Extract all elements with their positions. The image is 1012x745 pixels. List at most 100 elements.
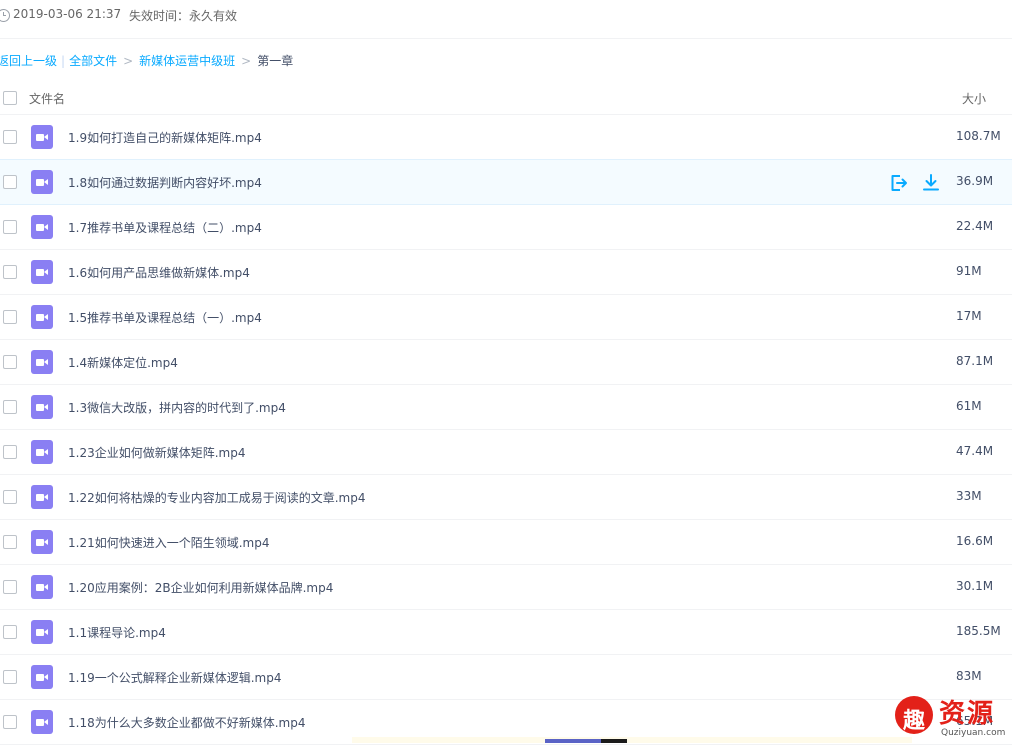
file-row[interactable]: 1.8如何通过数据判断内容好坏.mp4 36.9M	[0, 159, 1012, 205]
all-files-link[interactable]: 全部文件	[69, 54, 117, 68]
video-camera-lens	[44, 359, 48, 365]
file-size: 47.4M	[956, 444, 994, 458]
file-name[interactable]: 1.9如何打造自己的新媒体矩阵.mp4	[68, 129, 262, 146]
video-camera-lens	[44, 179, 48, 185]
video-camera-body	[36, 269, 44, 276]
video-camera-body	[36, 314, 44, 321]
video-camera-lens	[44, 539, 48, 545]
row-checkbox[interactable]	[3, 175, 17, 189]
file-name[interactable]: 1.21如何快速进入一个陌生领域.mp4	[68, 534, 269, 551]
column-header-size[interactable]: 大小	[962, 90, 986, 107]
expire-value: 永久有效	[189, 9, 238, 23]
file-name[interactable]: 1.20应用案例：2B企业如何利用新媒体品牌.mp4	[68, 579, 333, 596]
video-file-icon	[31, 395, 53, 419]
row-checkbox[interactable]	[3, 445, 17, 459]
watermark-title: 资源	[939, 699, 996, 729]
row-checkbox[interactable]	[3, 265, 17, 279]
back-link[interactable]: 返回上一级	[0, 54, 57, 68]
select-all-checkbox[interactable]	[3, 91, 17, 105]
current-folder: 第一章	[257, 54, 294, 68]
breadcrumb: 返回上一级 | 全部文件 > 新媒体运营中级班 > 第一章	[0, 52, 293, 68]
file-size: 91M	[956, 264, 982, 278]
video-camera-body	[36, 584, 44, 591]
file-row[interactable]: 1.22如何将枯燥的专业内容加工成易于阅读的文章.mp4 33M	[0, 475, 1012, 520]
file-size: 17M	[956, 309, 982, 323]
video-camera-lens	[44, 719, 48, 725]
breadcrumb-separator: >	[241, 54, 252, 68]
file-row[interactable]: 1.19一个公式解释企业新媒体逻辑.mp4 83M	[0, 655, 1012, 700]
row-checkbox[interactable]	[3, 580, 17, 594]
video-file-icon	[31, 485, 53, 509]
file-name[interactable]: 1.22如何将枯燥的专业内容加工成易于阅读的文章.mp4	[68, 489, 365, 506]
column-header-name[interactable]: 文件名	[29, 90, 65, 107]
video-camera-body	[36, 359, 44, 366]
file-row[interactable]: 1.6如何用产品思维做新媒体.mp4 91M	[0, 250, 1012, 295]
file-name[interactable]: 1.19一个公式解释企业新媒体逻辑.mp4	[68, 669, 281, 686]
file-name[interactable]: 1.5推荐书单及课程总结（一）.mp4	[68, 309, 262, 326]
video-file-icon	[31, 170, 53, 194]
file-size: 108.7M	[956, 129, 1001, 143]
save-to-drive-icon[interactable]	[889, 173, 909, 193]
row-checkbox[interactable]	[3, 400, 17, 414]
row-checkbox[interactable]	[3, 670, 17, 684]
row-checkbox[interactable]	[3, 490, 17, 504]
video-file-icon	[31, 530, 53, 554]
file-row[interactable]: 1.7推荐书单及课程总结（二）.mp4 22.4M	[0, 205, 1012, 250]
file-row[interactable]: 1.5推荐书单及课程总结（一）.mp4 17M	[0, 295, 1012, 340]
bottom-bar	[352, 737, 912, 743]
video-camera-lens	[44, 314, 48, 320]
bottom-tab	[545, 739, 627, 743]
clock-icon	[0, 9, 10, 22]
expire-info: 失效时间：永久有效	[129, 7, 237, 24]
video-camera-body	[36, 539, 44, 546]
file-size: 16.6M	[956, 534, 994, 548]
file-name[interactable]: 1.6如何用产品思维做新媒体.mp4	[68, 264, 250, 281]
expire-label: 失效时间：	[129, 9, 190, 23]
video-file-icon	[31, 260, 53, 284]
file-size: 22.4M	[956, 219, 994, 233]
video-file-icon	[31, 710, 53, 734]
breadcrumb-separator: >	[123, 54, 134, 68]
video-camera-lens	[44, 224, 48, 230]
file-row[interactable]: 1.4新媒体定位.mp4 87.1M	[0, 340, 1012, 385]
video-file-icon	[31, 215, 53, 239]
file-name[interactable]: 1.23企业如何做新媒体矩阵.mp4	[68, 444, 245, 461]
row-checkbox[interactable]	[3, 715, 17, 729]
file-name[interactable]: 1.18为什么大多数企业都做不好新媒体.mp4	[68, 714, 305, 731]
row-checkbox[interactable]	[3, 625, 17, 639]
breadcrumb-divider: |	[61, 54, 66, 68]
video-file-icon	[31, 305, 53, 329]
video-camera-lens	[44, 674, 48, 680]
video-camera-lens	[44, 404, 48, 410]
file-name[interactable]: 1.3微信大改版，拼内容的时代到了.mp4	[68, 399, 286, 416]
file-row[interactable]: 1.21如何快速进入一个陌生领域.mp4 16.6M	[0, 520, 1012, 565]
row-checkbox[interactable]	[3, 220, 17, 234]
file-row[interactable]: 1.20应用案例：2B企业如何利用新媒体品牌.mp4 30.1M	[0, 565, 1012, 610]
video-file-icon	[31, 125, 53, 149]
row-checkbox[interactable]	[3, 535, 17, 549]
file-name[interactable]: 1.8如何通过数据判断内容好坏.mp4	[68, 174, 262, 191]
video-camera-lens	[44, 269, 48, 275]
video-camera-body	[36, 674, 44, 681]
file-name[interactable]: 1.1课程导论.mp4	[68, 624, 166, 641]
file-name[interactable]: 1.4新媒体定位.mp4	[68, 354, 178, 371]
watermark-logo: 趣	[895, 696, 933, 734]
file-row[interactable]: 1.1课程导论.mp4 185.5M	[0, 610, 1012, 655]
file-row[interactable]: 1.23企业如何做新媒体矩阵.mp4 47.4M	[0, 430, 1012, 475]
watermark-logo-char: 趣	[903, 709, 926, 734]
file-name[interactable]: 1.7推荐书单及课程总结（二）.mp4	[68, 219, 262, 236]
video-file-icon	[31, 665, 53, 689]
download-icon[interactable]	[921, 173, 941, 193]
video-camera-body	[36, 449, 44, 456]
video-camera-body	[36, 719, 44, 726]
video-camera-lens	[44, 584, 48, 590]
folder-link[interactable]: 新媒体运营中级班	[139, 54, 235, 68]
row-checkbox[interactable]	[3, 130, 17, 144]
file-row[interactable]: 1.9如何打造自己的新媒体矩阵.mp4 108.7M	[0, 115, 1012, 160]
video-camera-lens	[44, 629, 48, 635]
file-row[interactable]: 1.3微信大改版，拼内容的时代到了.mp4 61M	[0, 385, 1012, 430]
row-checkbox[interactable]	[3, 310, 17, 324]
row-checkbox[interactable]	[3, 355, 17, 369]
bottom-tab-accent	[545, 739, 601, 743]
video-camera-body	[36, 404, 44, 411]
